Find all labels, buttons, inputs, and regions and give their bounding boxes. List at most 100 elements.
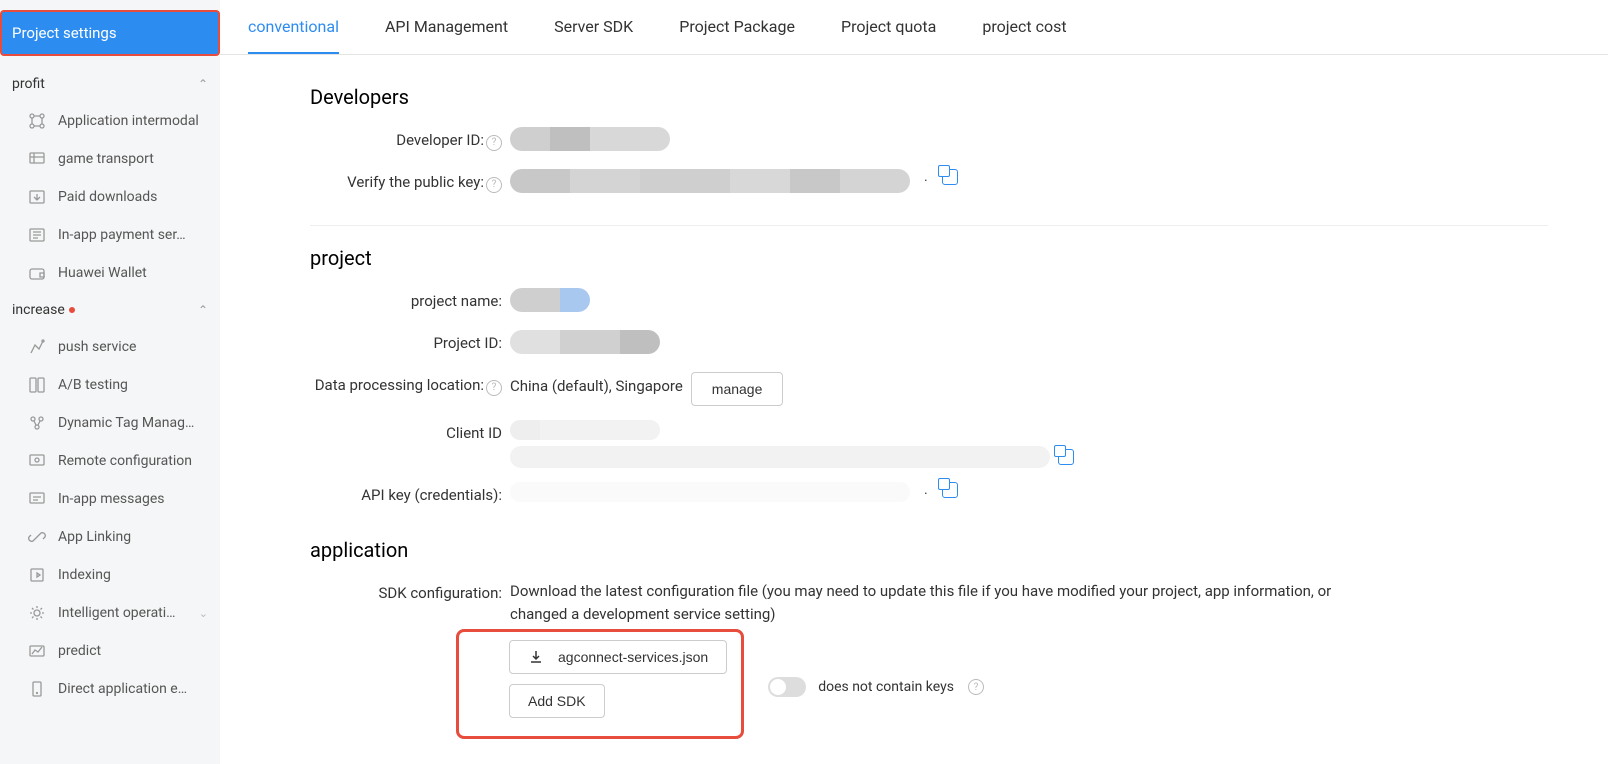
push-icon [28,338,46,356]
sidebar-item-label: Huawei Wallet [58,265,147,281]
sidebar-section-profit[interactable]: profit ⌃ [0,66,220,102]
sidebar-item-label: In-app payment ser… [58,227,186,243]
sidebar-item-label: In-app messages [58,491,165,507]
sidebar-item-label: A/B testing [58,377,128,393]
sdk-configuration-description: Download the latest configuration file (… [510,580,1390,625]
download-agconnect-button[interactable]: agconnect-services.json [509,640,727,674]
intelligent-icon [28,604,46,622]
sidebar-item-label: predict [58,643,101,659]
data-processing-location-label: Data processing location:? [310,372,510,396]
sidebar-item-label: Remote configuration [58,453,192,469]
remote-icon [28,452,46,470]
tab-conventional[interactable]: conventional [248,17,339,54]
wallet-icon [28,264,46,282]
tag-icon [28,414,46,432]
direct-icon [28,680,46,698]
sidebar: Project settings profit ⌃ Application in… [0,0,220,764]
sidebar-item-label: game transport [58,151,154,167]
sdk-highlight-box: agconnect-services.json Add SDK [456,629,744,739]
sidebar-header-project-settings[interactable]: Project settings [0,10,220,56]
sidebar-item-direct-application[interactable]: Direct application e… [0,670,220,708]
tab-api-management[interactable]: API Management [385,17,508,54]
project-name-value [510,288,1548,312]
developer-id-value [510,127,1548,151]
section-label: increase [12,302,65,318]
sidebar-item-application-intermodal[interactable]: Application intermodal [0,102,220,140]
sidebar-item-dynamic-tag[interactable]: Dynamic Tag Manag… [0,404,220,442]
developers-section: Developers Developer ID:? Verify the pub… [310,85,1548,197]
sidebar-item-app-linking[interactable]: App Linking [0,518,220,556]
sidebar-item-push-service[interactable]: push service [0,328,220,366]
application-heading: application [310,538,1548,562]
sidebar-item-intelligent-operations[interactable]: Intelligent operati… ⌄ [0,594,220,632]
payment-icon [28,226,46,244]
tab-project-package[interactable]: Project Package [679,17,795,54]
client-id-value [510,420,1548,468]
ab-icon [28,376,46,394]
verify-public-key-label: Verify the public key:? [310,169,510,193]
sidebar-item-ab-testing[interactable]: A/B testing [0,366,220,404]
sdk-configuration-label: SDK configuration: [310,580,510,602]
sidebar-item-in-app-messages[interactable]: In-app messages [0,480,220,518]
sidebar-item-label: Paid downloads [58,189,157,205]
section-label: profit [12,76,45,92]
verify-public-key-value: . [510,169,1548,193]
project-id-value [510,330,1548,354]
sidebar-item-label: push service [58,339,136,355]
messages-icon [28,490,46,508]
help-icon[interactable]: ? [486,135,502,151]
help-icon[interactable]: ? [486,177,502,193]
project-id-label: Project ID: [310,330,510,352]
indexing-icon [28,566,46,584]
sidebar-item-indexing[interactable]: Indexing [0,556,220,594]
sidebar-item-label: Intelligent operati… [58,605,176,621]
sidebar-item-remote-config[interactable]: Remote configuration [0,442,220,480]
developer-id-label: Developer ID:? [310,127,510,151]
api-key-label: API key (credentials): [310,482,510,504]
tab-project-cost[interactable]: project cost [982,17,1066,54]
sidebar-item-label: Indexing [58,567,111,583]
sidebar-item-game-transport[interactable]: game transport [0,140,220,178]
sidebar-item-label: Dynamic Tag Manag… [58,415,194,431]
application-section: application SDK configuration: Download … [310,538,1548,739]
help-icon[interactable]: ? [968,679,984,695]
sidebar-item-label: Application intermodal [58,113,199,129]
chevron-up-icon: ⌃ [198,77,208,91]
copy-icon[interactable] [1058,449,1074,465]
project-heading: project [310,246,1548,270]
copy-icon[interactable] [942,482,958,498]
linking-icon [28,528,46,546]
sidebar-item-label: App Linking [58,529,131,545]
api-key-value: . [510,482,1548,502]
manage-button[interactable]: manage [691,372,784,406]
sidebar-item-label: Direct application e… [58,681,187,697]
sidebar-item-in-app-payment[interactable]: In-app payment ser… [0,216,220,254]
separator-dot: . [924,482,928,498]
tab-server-sdk[interactable]: Server SDK [554,17,633,54]
tab-project-quota[interactable]: Project quota [841,17,936,54]
project-section: project project name: Project ID: Data p… [310,246,1548,510]
data-processing-location-value: China (default), Singapore [510,372,683,395]
download-icon [528,649,544,665]
paid-icon [28,188,46,206]
client-id-label: Client ID [310,420,510,442]
developers-heading: Developers [310,85,1548,109]
download-button-label: agconnect-services.json [558,649,708,665]
add-sdk-button[interactable]: Add SDK [509,684,605,718]
main-panel: conventional API Management Server SDK P… [220,0,1608,764]
notification-dot-icon [69,307,75,313]
sidebar-item-paid-downloads[interactable]: Paid downloads [0,178,220,216]
intermodal-icon [28,112,46,130]
sidebar-item-predict[interactable]: predict [0,632,220,670]
divider [310,225,1548,226]
toggle-label: does not contain keys [818,679,954,695]
help-icon[interactable]: ? [486,380,502,396]
chevron-down-icon: ⌄ [199,607,208,620]
tabs-bar: conventional API Management Server SDK P… [220,0,1608,55]
copy-icon[interactable] [942,169,958,185]
sidebar-section-increase[interactable]: increase ⌃ [0,292,220,328]
chevron-up-icon: ⌃ [198,303,208,317]
sidebar-item-huawei-wallet[interactable]: Huawei Wallet [0,254,220,292]
game-icon [28,150,46,168]
contains-keys-toggle[interactable] [768,677,806,697]
